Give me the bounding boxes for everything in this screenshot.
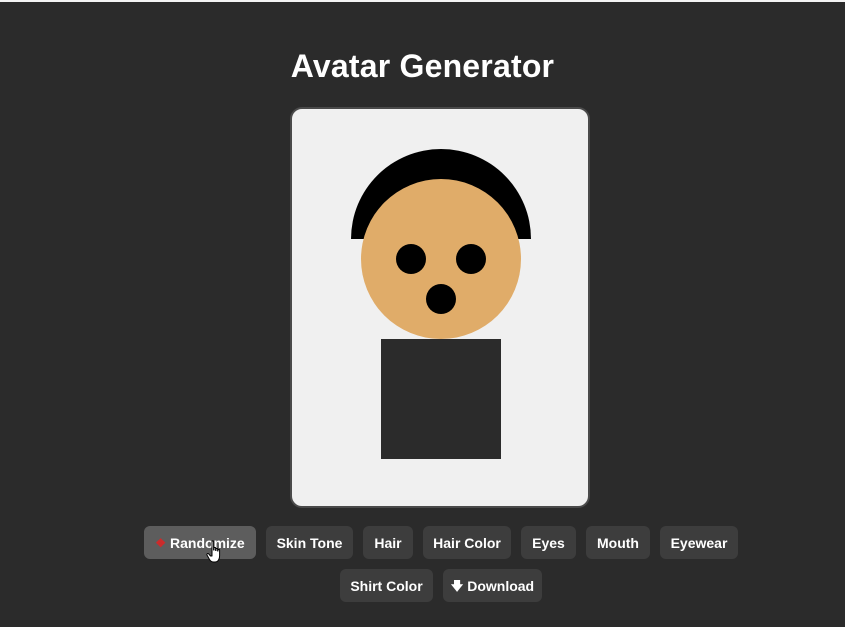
skin-tone-label: Skin Tone: [276, 534, 343, 551]
hair-color-button[interactable]: Hair Color: [423, 526, 511, 559]
shirt-color-button[interactable]: Shirt Color: [340, 569, 433, 602]
avatar-svg: [351, 149, 531, 459]
download-button[interactable]: 🡇 Download: [443, 569, 542, 602]
window-top-border: [0, 0, 845, 2]
skin-tone-button[interactable]: Skin Tone: [266, 526, 353, 559]
avatar-head: [361, 179, 521, 339]
dice-icon: ❖: [155, 535, 167, 550]
download-arrow-icon: 🡇: [450, 578, 464, 593]
avatar-right-eye: [456, 244, 486, 274]
randomize-label: Randomize: [170, 534, 245, 551]
shirt-color-label: Shirt Color: [350, 577, 423, 594]
eyes-button[interactable]: Eyes: [521, 526, 576, 559]
eyewear-button[interactable]: Eyewear: [660, 526, 738, 559]
mouth-button[interactable]: Mouth: [586, 526, 650, 559]
avatar-left-eye: [396, 244, 426, 274]
app-window: Avatar Generator ❖ Randomize Skin Tone H…: [0, 0, 845, 627]
mouth-label: Mouth: [597, 534, 639, 551]
avatar-shirt: [381, 339, 501, 459]
hair-color-label: Hair Color: [433, 534, 501, 551]
hair-label: Hair: [374, 534, 402, 551]
eyes-label: Eyes: [532, 534, 565, 551]
page-title: Avatar Generator: [290, 48, 555, 84]
hair-button[interactable]: Hair: [363, 526, 413, 559]
avatar-mouth: [426, 284, 456, 314]
randomize-button[interactable]: ❖ Randomize: [144, 526, 256, 559]
download-label: Download: [467, 577, 535, 594]
avatar-canvas: [290, 107, 590, 508]
eyewear-label: Eyewear: [670, 534, 728, 551]
